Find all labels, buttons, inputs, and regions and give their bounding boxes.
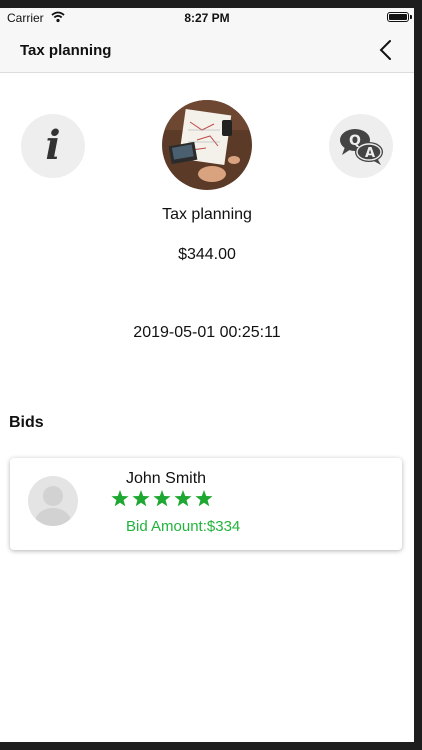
star-icon — [153, 490, 171, 507]
info-icon: i — [45, 122, 61, 169]
status-bar: Carrier 8:27 PM — [0, 8, 414, 28]
star-icon — [132, 490, 150, 507]
bid-card[interactable]: John Smith Bid Amount:$334 — [10, 458, 402, 550]
bidder-name: John Smith — [126, 470, 207, 487]
nav-title: Tax planning — [20, 42, 112, 59]
q-and-a-icon: Q A — [340, 129, 383, 165]
product-price: $344.00 — [178, 246, 236, 263]
battery-icon — [387, 12, 412, 22]
qa-button[interactable]: Q A — [329, 114, 393, 178]
navigation-bar: Tax planning — [0, 28, 414, 73]
svg-text:Q: Q — [349, 133, 361, 149]
status-time: 8:27 PM — [184, 11, 230, 25]
info-button[interactable]: i — [21, 114, 85, 178]
star-rating — [111, 490, 213, 507]
phone-screen: Carrier 8:27 PM Tax planning i Q A Tax p… — [0, 8, 414, 742]
chevron-left-icon[interactable] — [374, 38, 398, 62]
product-title: Tax planning — [162, 206, 252, 223]
bids-heading: Bids — [9, 414, 44, 431]
star-icon — [195, 490, 213, 507]
star-icon — [111, 490, 129, 507]
svg-text:A: A — [365, 146, 375, 161]
desk-photo-illustration — [162, 100, 252, 190]
product-datetime: 2019-05-01 00:25:11 — [133, 324, 281, 341]
star-icon — [174, 490, 192, 507]
bid-amount: Bid Amount:$334 — [126, 518, 241, 535]
avatar — [28, 476, 78, 526]
product-image — [162, 100, 252, 190]
user-placeholder-icon — [35, 486, 71, 526]
